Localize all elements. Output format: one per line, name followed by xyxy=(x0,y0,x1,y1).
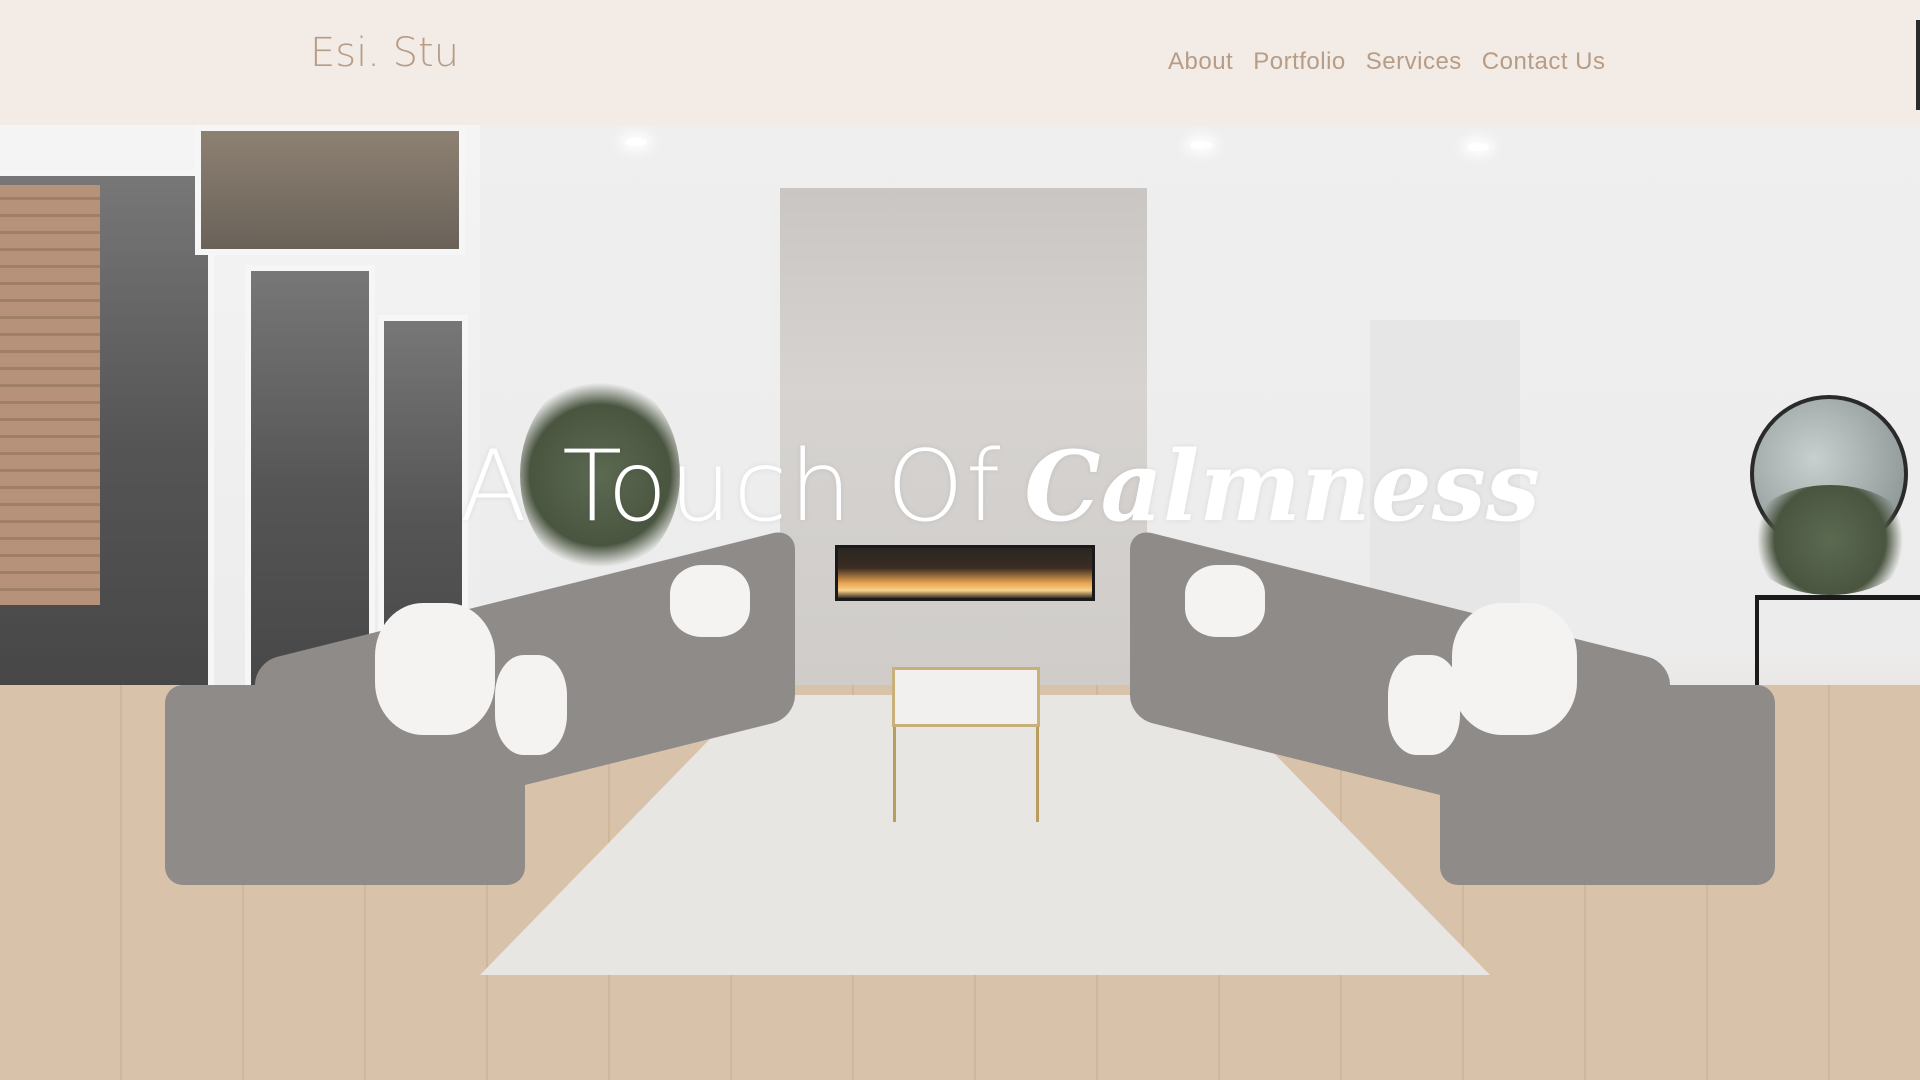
sofa-pillow xyxy=(375,603,495,735)
nav-portfolio-link[interactable]: Portfolio xyxy=(1253,48,1346,76)
transom-window xyxy=(195,125,465,255)
sofa-pillow xyxy=(1452,603,1577,735)
hero-title-script: Calmness xyxy=(1024,430,1540,543)
hero-section: A Touch Of Calmness xyxy=(0,125,1920,1080)
scrollbar-edge[interactable] xyxy=(1916,20,1920,110)
olive-plant xyxy=(1745,485,1915,595)
fireplace xyxy=(835,545,1095,601)
exterior-siding xyxy=(0,185,100,605)
site-header: Esi. Stu About Portfolio Services Contac… xyxy=(0,0,1920,125)
hero-title: A Touch Of Calmness xyxy=(460,430,1540,544)
sofa-pillow xyxy=(670,565,750,637)
nav-services-link[interactable]: Services xyxy=(1366,48,1462,76)
sofa-pillow xyxy=(495,655,567,755)
nav-about-link[interactable]: About xyxy=(1168,48,1233,76)
sofa-pillow xyxy=(1388,655,1460,755)
main-nav: About Portfolio Services Contact Us xyxy=(1168,48,1606,76)
ceiling-light xyxy=(1190,141,1212,149)
ceiling-light xyxy=(625,138,647,146)
nav-contact-link[interactable]: Contact Us xyxy=(1482,48,1606,76)
hero-title-plain: A Touch Of xyxy=(460,430,1003,544)
coffee-table xyxy=(892,667,1040,727)
sofa-pillow xyxy=(1185,565,1265,637)
ceiling-light xyxy=(1467,143,1489,151)
site-logo[interactable]: Esi. Stu xyxy=(310,30,459,76)
coffee-table-legs xyxy=(893,727,1039,822)
